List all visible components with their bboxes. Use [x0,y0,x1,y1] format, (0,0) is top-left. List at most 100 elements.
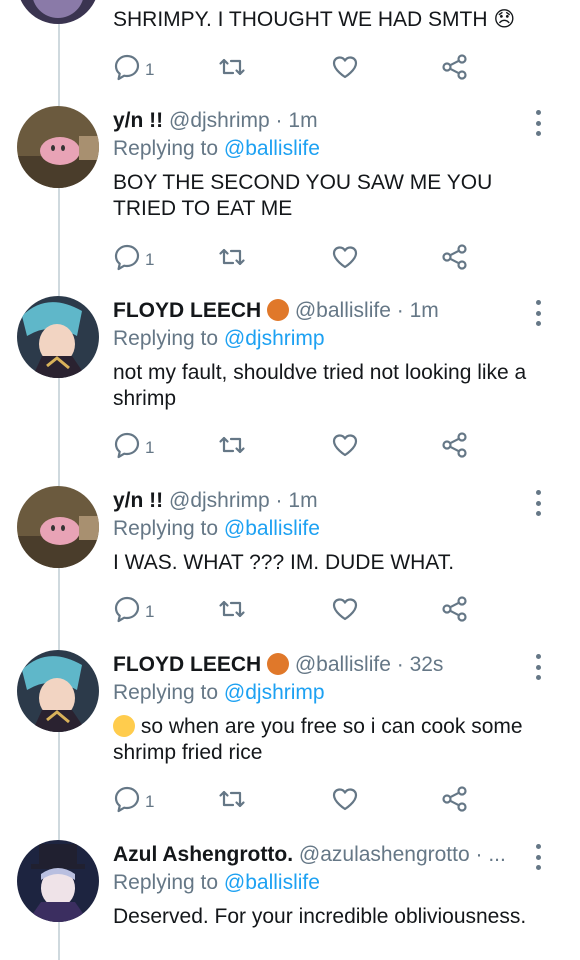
share-button[interactable] [441,242,469,272]
more-button[interactable] [532,298,544,328]
retweet-icon [219,58,245,76]
avatar[interactable] [17,650,99,732]
basketball-icon [267,653,290,675]
display-name[interactable]: y/n !! [113,109,163,132]
avatar[interactable] [17,486,99,568]
like-button[interactable] [331,784,359,814]
tweet-text-container: so when are you free so i can cook some … [113,714,530,766]
tweet-text: Deserved. For your incredible obliviousn… [113,905,527,928]
mention-link[interactable]: @ballislife [224,871,320,894]
display-name[interactable]: y/n !! [113,489,163,512]
heart-icon [332,434,358,457]
share-button[interactable] [441,594,469,624]
timestamp[interactable]: 1m [288,109,317,132]
reply-button[interactable]: 1 [113,52,154,82]
handle[interactable]: @ballislife [295,653,391,676]
action-bar: 1 [113,430,493,460]
replying-to: Replying to @ballislife [113,516,530,542]
more-button[interactable] [532,108,544,138]
mention-link[interactable]: @ballislife [224,137,320,160]
heart-icon [332,246,358,269]
retweet-icon [219,436,245,454]
display-name[interactable]: FLOYD LEECH [113,299,261,322]
avatar[interactable] [17,296,99,378]
share-icon [442,244,467,270]
tweet-header: FLOYD LEECH @ballislife · 1m [113,298,530,324]
separator: · [396,299,404,322]
handle[interactable]: @ballislife [295,299,391,322]
timestamp[interactable]: 1m [288,489,317,512]
tweet-header: FLOYD LEECH @ballislife · 32s [113,652,530,678]
tweet-text: BOY THE SECOND YOU SAW ME YOU TRIED TO E… [113,171,493,220]
separator: · [275,109,283,132]
like-button[interactable] [331,52,359,82]
more-vertical-icon [535,490,541,495]
like-button[interactable] [331,430,359,460]
display-name[interactable]: FLOYD LEECH [113,653,261,676]
handle[interactable]: @djshrimp [169,489,270,512]
tweet-header: Azul Ashengrotto. @azulashengrotto · ... [113,842,530,868]
replying-to: Replying to @djshrimp [113,326,530,352]
mention-link[interactable]: @djshrimp [224,327,325,350]
like-button[interactable] [331,242,359,272]
heart-icon [332,56,358,79]
separator: · [475,843,483,866]
more-button[interactable] [532,488,544,518]
handle[interactable]: @djshrimp [169,109,270,132]
reply-icon [114,244,140,271]
reply-icon [114,786,140,813]
share-button[interactable] [441,52,469,82]
retweet-button[interactable] [218,242,246,272]
more-vertical-icon [535,654,541,659]
reply-button[interactable]: 1 [113,594,154,624]
basketball-icon [267,299,290,321]
retweet-icon [219,600,245,618]
tweet-text: so when are you free so i can cook some … [113,715,523,764]
like-button[interactable] [331,594,359,624]
action-bar: 1 [113,242,493,272]
action-bar: 1 [113,52,493,82]
avatar[interactable] [17,840,99,922]
separator: · [275,489,283,512]
retweet-button[interactable] [218,594,246,624]
share-button[interactable] [441,784,469,814]
timestamp[interactable]: 32s [410,653,444,676]
display-name[interactable]: Azul Ashengrotto. [113,843,293,866]
share-icon [442,432,467,458]
retweet-icon [219,790,245,808]
replying-label: Replying to [113,327,219,350]
replying-to: Replying to @djshrimp [113,680,530,706]
retweet-button[interactable] [218,784,246,814]
mention-link[interactable]: @djshrimp [224,681,325,704]
tweet-text: not my fault, shouldve tried not looking… [113,361,527,410]
replying-label: Replying to [113,871,219,894]
action-bar: 1 [113,594,493,624]
more-vertical-icon [535,844,541,849]
replying-label: Replying to [113,681,219,704]
replying-label: Replying to [113,137,219,160]
reply-icon [114,54,140,81]
retweet-button[interactable] [218,430,246,460]
timestamp[interactable]: ... [488,843,506,866]
tweet-header: y/n !! @djshrimp · 1m [113,108,530,134]
heart-icon [332,598,358,621]
more-button[interactable] [532,652,544,682]
reply-count: 1 [145,602,155,621]
tweet-text: SHRIMPY. I THOUGHT WE HAD SMTH 😞 [113,8,516,31]
reply-button[interactable]: 1 [113,784,154,814]
timestamp[interactable]: 1m [410,299,439,322]
reply-button[interactable]: 1 [113,242,154,272]
share-button[interactable] [441,430,469,460]
share-icon [442,786,467,812]
avatar[interactable] [17,0,99,24]
reply-button[interactable]: 1 [113,430,154,460]
reply-icon [114,432,140,459]
retweet-button[interactable] [218,52,246,82]
avatar[interactable] [17,106,99,188]
handle[interactable]: @azulashengrotto [299,843,470,866]
more-button[interactable] [532,842,544,872]
yum-face-icon [113,715,135,737]
reply-count: 1 [145,60,155,79]
mention-link[interactable]: @ballislife [224,517,320,540]
tweet-header: y/n !! @djshrimp · 1m [113,488,530,514]
